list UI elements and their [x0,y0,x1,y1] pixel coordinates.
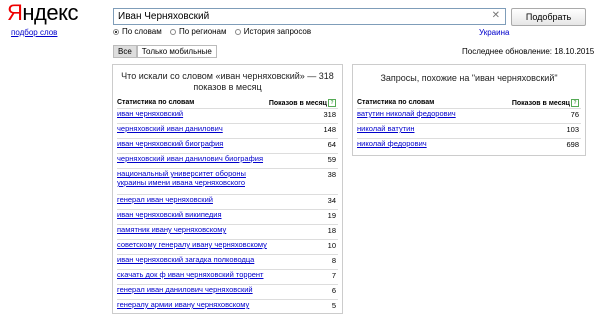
query-link[interactable]: советскому генералу ивану черняховскому [117,240,267,249]
query-link[interactable]: николай федорович [357,139,427,148]
right-panel-title: Запросы, похожие на "иван черняховский" [380,73,558,83]
query-count: 5 [331,301,336,310]
query-link[interactable]: иван черняховский биография [117,139,223,148]
radio-by-regions[interactable]: По регионам [169,27,227,37]
region-link[interactable]: Украина [479,28,509,37]
search-input[interactable]: Иван Черняховский ✕ [113,8,506,25]
table-row: черняховский иван данилович 148 [117,123,338,138]
table-row: николай ватутин 103 [357,123,581,138]
help-icon[interactable]: ? [571,99,579,107]
radio-history[interactable]: История запросов [234,27,311,37]
table-row: генерал иван черняховский 34 [117,194,338,209]
query-link[interactable]: национальный университет обороны украины… [117,169,277,187]
radio-dot-icon [234,29,241,35]
query-link[interactable]: николай ватутин [357,124,414,133]
right-table-header: Статистика по словам Показов в месяц? [357,99,581,107]
query-link[interactable]: генералу армии ивану черняховскому [117,300,249,309]
query-count: 6 [331,286,336,295]
last-updated: Последнее обновление: 18.10.2015 [462,47,595,56]
query-count: 34 [327,196,336,205]
table-row: черняховский иван данилович биография 59 [117,153,338,168]
query-count: 103 [566,125,579,134]
col-header-shows: Показов в месяц? [512,99,579,107]
query-link[interactable]: черняховский иван данилович биография [117,154,263,163]
radio-by-words[interactable]: По словам [113,27,162,37]
table-row: николай федорович 698 [357,138,581,153]
table-row: иван черняховский 318 [117,108,338,123]
left-panel-title: Что искали со словом «иван черняховский»… [121,71,334,92]
clear-icon[interactable]: ✕ [492,10,500,22]
table-row: иван черняховский загадка полководца 8 [117,254,338,269]
query-link[interactable]: скачать док ф иван черняховский торрент [117,270,264,279]
query-count: 698 [566,140,579,149]
table-row: иван черняховский википедия 19 [117,209,338,224]
tab-all[interactable]: Все [113,45,137,58]
device-tabs: Все Только мобильные [113,45,217,58]
left-panel: Что искали со словом «иван черняховский»… [112,64,343,314]
query-link[interactable]: иван черняховский [117,109,183,118]
table-row: советскому генералу ивану черняховскому 1… [117,239,338,254]
help-icon[interactable]: ? [328,99,336,107]
query-link[interactable]: памятник ивану черняховскому [117,225,226,234]
radio-dot-icon [169,29,176,35]
table-row: памятник ивану черняховскому 18 [117,224,338,239]
query-count: 64 [327,140,336,149]
search-value: Иван Черняховский [118,11,210,22]
query-link[interactable]: черняховский иван данилович [117,124,223,133]
query-link[interactable]: генерал иван черняховский [117,195,213,204]
col-header-words: Статистика по словам [357,99,435,106]
table-row: иван черняховский биография 64 [117,138,338,153]
query-link[interactable]: иван черняховский загадка полководца [117,255,254,264]
query-count: 318 [323,110,336,119]
col-header-words: Статистика по словам [117,99,195,106]
query-link[interactable]: генерал иван данилович черняховский [117,285,253,294]
query-link[interactable]: иван черняховский википедия [117,210,222,219]
right-panel: Запросы, похожие на "иван черняховский" … [352,64,586,156]
tab-mobile-only[interactable]: Только мобильные [136,45,217,58]
table-row: ватутин николай федорович 76 [357,108,581,123]
query-link[interactable]: ватутин николай федорович [357,109,456,118]
table-row: национальный университет обороны украины… [117,168,338,194]
query-count: 76 [570,110,579,119]
query-count: 38 [327,170,336,179]
table-row: скачать док ф иван черняховский торрент 7 [117,269,338,284]
query-count: 7 [331,271,336,280]
query-count: 59 [327,155,336,164]
col-header-shows: Показов в месяц? [269,99,336,107]
yandex-logo[interactable]: Яндекс [7,1,78,25]
query-count: 148 [323,125,336,134]
radio-dot-icon [113,29,119,35]
query-count: 18 [327,226,336,235]
search-mode-radios: По словам По регионам История запросов [113,27,317,38]
query-count: 10 [327,241,336,250]
left-table: иван черняховский 318 черняховский иван да… [117,108,338,314]
wordstat-link[interactable]: подбор слов [11,28,57,37]
table-row: генерал иван данилович черняховский 6 [117,284,338,299]
query-count: 8 [331,256,336,265]
right-table: ватутин николай федорович 76 николай ватут… [357,108,581,153]
query-count: 19 [327,211,336,220]
left-table-header: Статистика по словам Показов в месяц? [117,99,338,107]
search-button[interactable]: Подобрать [511,8,586,26]
